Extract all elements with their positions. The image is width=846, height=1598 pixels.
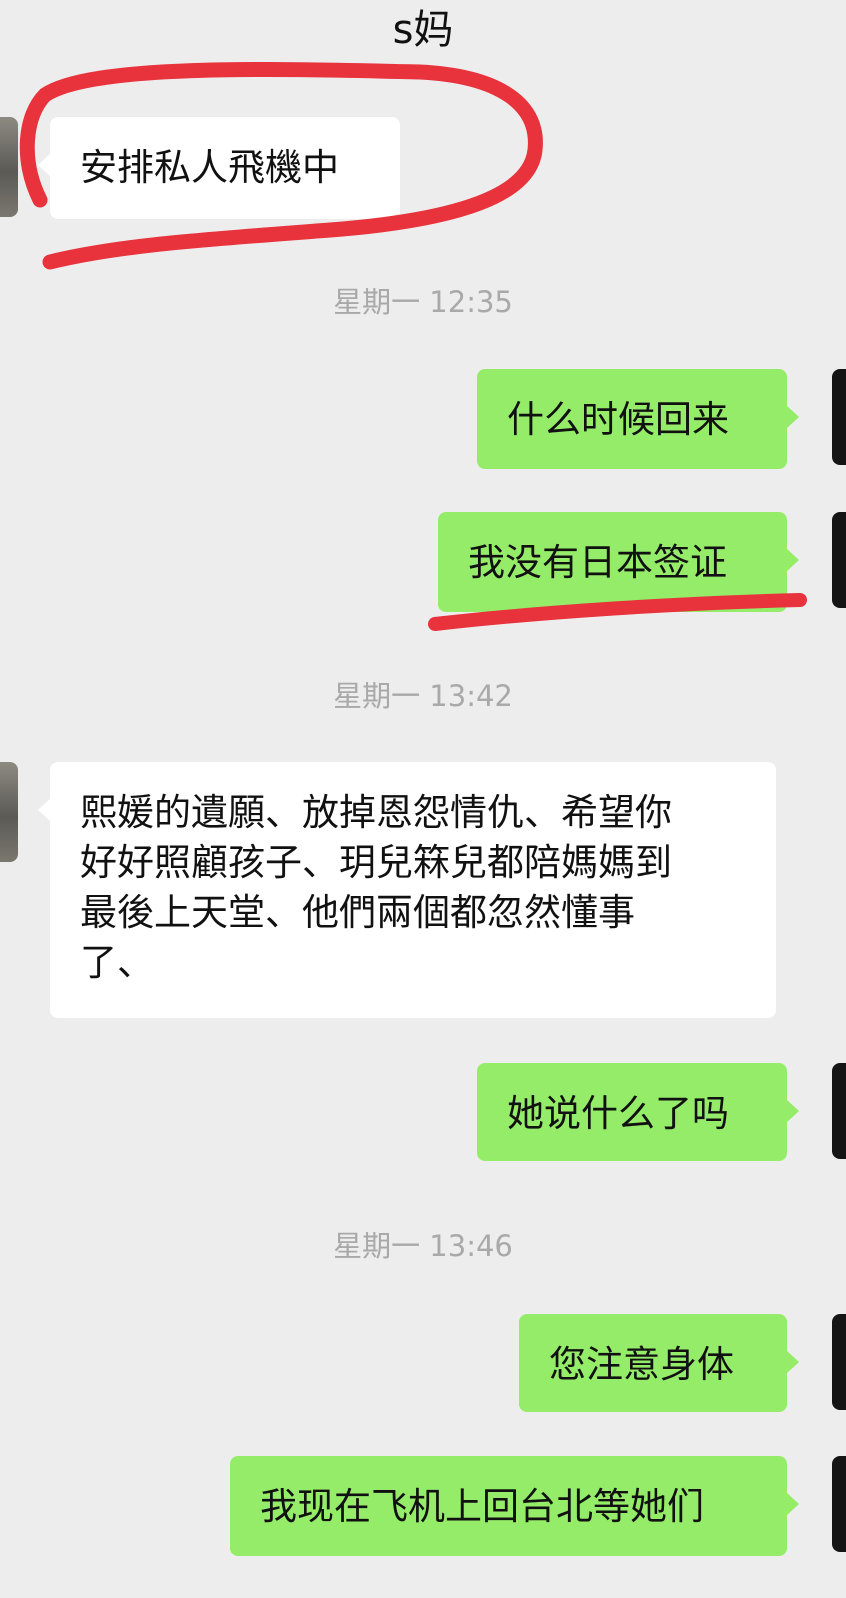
timestamp: 星期一 12:35 — [333, 285, 513, 319]
incoming-message[interactable]: 熙媛的遺願、放掉恩怨情仇、希望你 好好照顧孩子、玥兒箖兒都陪媽媽到 最後上天堂、… — [38, 762, 776, 1018]
outgoing-message[interactable]: 她说什么了吗 — [477, 1063, 799, 1161]
timestamp: 星期一 13:46 — [333, 1229, 513, 1263]
my-avatar[interactable] — [832, 512, 846, 608]
outgoing-message[interactable]: 我现在飞机上回台北等她们 — [230, 1456, 799, 1556]
my-avatar[interactable] — [832, 1456, 846, 1552]
my-avatar[interactable] — [832, 1063, 846, 1159]
chat-title[interactable]: s妈 — [0, 4, 846, 56]
my-avatar[interactable] — [832, 369, 846, 465]
outgoing-message[interactable]: 您注意身体 — [519, 1314, 799, 1412]
my-avatar[interactable] — [832, 1314, 846, 1410]
outgoing-message[interactable]: 我没有日本签证 — [438, 512, 799, 612]
contact-avatar[interactable] — [0, 117, 18, 217]
chat-screen: s妈 安排私人飛機中 星期一 12:35 什么时候回来 我没有日本签证 星期一 … — [0, 0, 846, 1598]
incoming-message[interactable]: 安排私人飛機中 — [38, 117, 400, 219]
timestamp: 星期一 13:42 — [333, 679, 513, 713]
contact-avatar[interactable] — [0, 762, 18, 862]
outgoing-message[interactable]: 什么时候回来 — [477, 369, 799, 469]
